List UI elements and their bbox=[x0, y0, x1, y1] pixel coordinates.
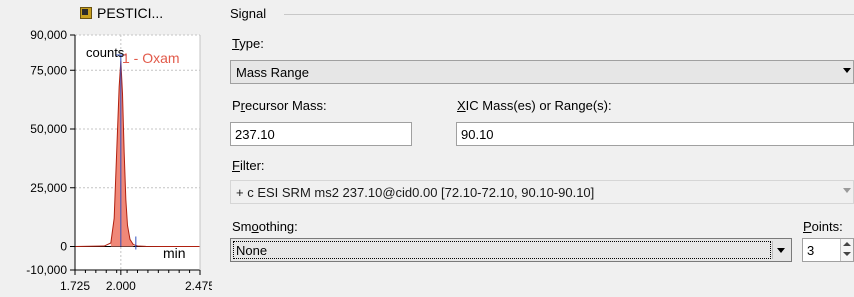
y-tick-label: 0 bbox=[60, 240, 67, 254]
precursor-mass-label: Precursor Mass: bbox=[232, 98, 327, 113]
smoothing-label: Smoothing: bbox=[232, 219, 298, 234]
x-unit-label: min bbox=[163, 245, 186, 261]
type-label: Type: bbox=[232, 36, 264, 51]
document-icon bbox=[80, 7, 92, 19]
signal-group: Signal Type: Mass Range Precursor Mass: … bbox=[220, 0, 854, 297]
x-tick-label: 2.475 bbox=[185, 279, 212, 293]
y-tick-label: 25,000 bbox=[30, 181, 67, 195]
filter-label: Filter: bbox=[232, 158, 265, 173]
smoothing-select[interactable]: None bbox=[230, 238, 792, 262]
y-tick-label: 75,000 bbox=[30, 63, 67, 77]
y-tick-label: 50,000 bbox=[30, 122, 67, 136]
points-spinner[interactable]: 3 bbox=[802, 238, 854, 262]
type-select-value: Mass Range bbox=[236, 64, 309, 80]
type-select[interactable]: Mass Range bbox=[230, 60, 854, 84]
y-tick-label: 90,000 bbox=[30, 28, 67, 42]
plot-area bbox=[75, 35, 200, 270]
counts-label: counts bbox=[86, 45, 125, 60]
spinner-buttons[interactable] bbox=[840, 239, 853, 261]
y-tick-label: -10,000 bbox=[26, 263, 67, 277]
spin-down-icon bbox=[843, 252, 851, 256]
signal-group-divider bbox=[284, 14, 854, 15]
filter-select-value: + c ESI SRM ms2 237.10@cid0.00 [72.10-72… bbox=[236, 184, 595, 200]
x-tick-label: 2.000 bbox=[106, 279, 136, 293]
chevron-down-icon bbox=[843, 188, 851, 193]
points-value: 3 bbox=[807, 242, 815, 258]
x-tick-label: 1.725 bbox=[60, 279, 90, 293]
chevron-down-icon bbox=[843, 68, 851, 73]
chromatogram-title: PESTICI... bbox=[80, 4, 163, 22]
chevron-down-icon bbox=[772, 241, 789, 259]
chromatogram-title-text: PESTICI... bbox=[97, 5, 164, 21]
signal-group-title: Signal bbox=[230, 6, 267, 21]
filter-select[interactable]: + c ESI SRM ms2 237.10@cid0.00 [72.10-72… bbox=[230, 180, 854, 204]
precursor-mass-input[interactable]: 237.10 bbox=[230, 122, 412, 146]
xic-mass-label: XIC Mass(es) or Range(s): bbox=[457, 98, 612, 113]
peak-label: 1 - Oxam bbox=[122, 50, 180, 66]
focus-rect bbox=[233, 241, 771, 259]
chromatogram-panel: 90,000 75,000 50,000 25,000 0 -10,000 1.725 2.0… bbox=[0, 0, 212, 297]
points-label: Points: bbox=[803, 219, 843, 234]
xic-mass-input[interactable]: 90.10 bbox=[456, 122, 854, 146]
spin-up-icon bbox=[843, 242, 851, 246]
